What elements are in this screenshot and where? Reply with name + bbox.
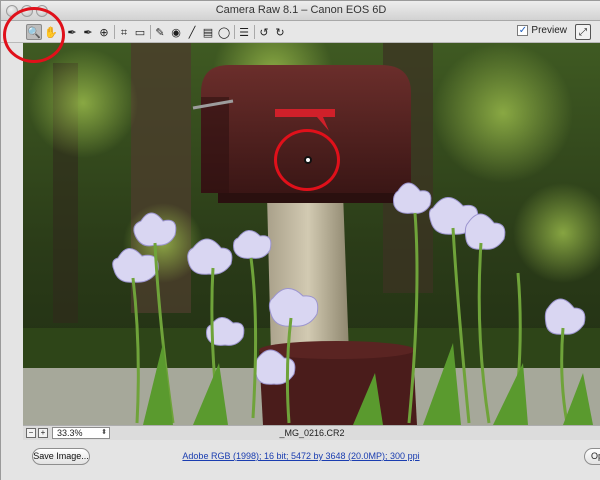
- title-bar: Camera Raw 8.1 – Canon EOS 6D: [1, 1, 600, 21]
- mailbox-iris-photo: [23, 43, 600, 425]
- crop-tool-button[interactable]: ⌗: [116, 24, 132, 40]
- spot-removal-tool-icon: ✎: [155, 25, 165, 39]
- crop-tool-icon: ⌗: [120, 25, 128, 39]
- preview-toggle[interactable]: ✓ Preview: [517, 25, 567, 36]
- adjustment-brush-icon: ╱: [188, 25, 196, 39]
- zoom-cursor-icon: [304, 156, 312, 164]
- red-eye-removal-tool-icon: ◉: [171, 25, 181, 39]
- straighten-tool-button[interactable]: ▭: [132, 24, 148, 40]
- toolbar-separator: [114, 25, 115, 39]
- graduated-filter-button[interactable]: ▤: [200, 24, 216, 40]
- camera-raw-window: Camera Raw 8.1 – Canon EOS 6D 🔍 ✋ ✒ ✒ ⊕ …: [0, 0, 600, 480]
- open-image-button[interactable]: Open Image: [584, 448, 600, 465]
- targeted-adjustment-tool-button[interactable]: ⊕: [96, 24, 112, 40]
- toolbar-separator: [254, 25, 255, 39]
- adjustment-brush-button[interactable]: ╱: [184, 24, 200, 40]
- toolbar-separator: [150, 25, 151, 39]
- color-sampler-tool-button[interactable]: ✒: [80, 24, 96, 40]
- preview-checkbox[interactable]: ✓: [517, 25, 529, 36]
- image-preview-canvas[interactable]: [23, 43, 600, 425]
- rotate-right-icon: ↻: [275, 25, 285, 39]
- preferences-icon: ☰: [239, 25, 249, 39]
- color-sampler-tool-icon: ✒: [83, 25, 93, 39]
- radial-filter-button[interactable]: ◯: [216, 24, 232, 40]
- graduated-filter-icon: ▤: [202, 25, 214, 39]
- window-title: Camera Raw 8.1 – Canon EOS 6D: [215, 4, 387, 16]
- footer-bar: Save Image... Adobe RGB (1998); 16 bit; …: [1, 440, 600, 480]
- tool-bar: 🔍 ✋ ✒ ✒ ⊕ ⌗ ▭ ✎ ◉ ╱ ▤ ◯ ☰ ↺ ↻ ✓ Preview …: [1, 21, 600, 43]
- preferences-button[interactable]: ☰: [236, 24, 252, 40]
- radial-filter-icon: ◯: [217, 25, 231, 39]
- workflow-options-link[interactable]: Adobe RGB (1998); 16 bit; 5472 by 3648 (…: [1, 451, 600, 461]
- toolbar-separator: [234, 25, 235, 39]
- fullscreen-icon: ⤢: [579, 26, 587, 38]
- rotate-left-icon: ↺: [259, 25, 269, 39]
- white-balance-tool-icon: ✒: [67, 25, 77, 39]
- straighten-tool-icon: ▭: [134, 25, 146, 39]
- red-eye-removal-tool-button[interactable]: ◉: [168, 24, 184, 40]
- preview-label: Preview: [531, 25, 567, 36]
- status-bar: − + 33.3% ⬍ _MG_0216.CR2: [23, 425, 600, 440]
- white-balance-tool-button[interactable]: ✒: [64, 24, 80, 40]
- fullscreen-button[interactable]: ⤢: [575, 24, 591, 40]
- spot-removal-tool-button[interactable]: ✎: [152, 24, 168, 40]
- targeted-adjustment-tool-icon: ⊕: [99, 25, 109, 39]
- rotate-right-button[interactable]: ↻: [272, 24, 288, 40]
- file-name: _MG_0216.CR2: [279, 428, 345, 438]
- annotation-circle-tools: [3, 7, 65, 63]
- rotate-left-button[interactable]: ↺: [256, 24, 272, 40]
